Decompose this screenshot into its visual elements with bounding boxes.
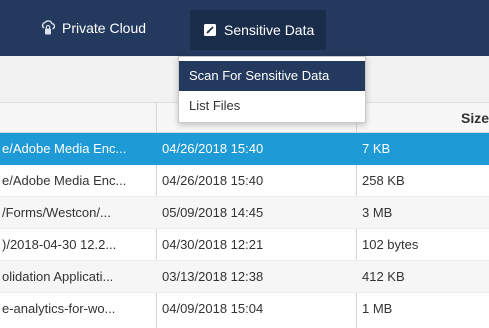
file-name-cell: olidation Applicati... xyxy=(2,269,114,284)
file-size-cell: 7 KB xyxy=(362,141,391,156)
file-size-cell: 1 MB xyxy=(362,301,393,316)
table-row[interactable]: olidation Applicati... 03/13/2018 12:38 … xyxy=(0,261,489,293)
file-size-cell: 412 KB xyxy=(362,269,405,284)
modified-date-cell: 04/26/2018 15:40 xyxy=(162,141,264,156)
cloud-lock-icon xyxy=(40,20,56,36)
sensitive-data-dropdown-menu: Scan For Sensitive Data List Files xyxy=(178,56,366,123)
menu-item-list-files[interactable]: List Files xyxy=(179,91,365,121)
table-row[interactable]: /Forms/Westcon/... 05/09/2018 14:45 3 MB xyxy=(0,197,489,229)
nav-private-cloud-label: Private Cloud xyxy=(62,20,147,36)
column-header-size[interactable]: Size xyxy=(461,103,489,133)
document-icon xyxy=(202,22,218,38)
nav-sensitive-data-label: Sensitive Data xyxy=(224,22,315,38)
file-size-cell: 258 KB xyxy=(362,173,405,188)
menu-item-scan-for-sensitive-data[interactable]: Scan For Sensitive Data xyxy=(179,61,365,91)
table-row[interactable]: e-analytics-for-wo... 04/09/2018 15:04 1… xyxy=(0,293,489,328)
modified-date-cell: 04/09/2018 15:04 xyxy=(162,301,264,316)
table-row[interactable]: e/Adobe Media Enc... 04/26/2018 15:40 7 … xyxy=(0,133,489,165)
file-name-cell: e/Adobe Media Enc... xyxy=(2,173,127,188)
file-name-cell: e-analytics-for-wo... xyxy=(2,301,116,316)
table-row[interactable]: )/2018-04-30 12.2... 04/30/2018 12:21 10… xyxy=(0,229,489,261)
file-name-cell: e/Adobe Media Enc... xyxy=(2,141,127,156)
file-size-cell: 3 MB xyxy=(362,205,393,220)
file-size-cell: 102 bytes xyxy=(362,237,419,252)
modified-date-cell: 03/13/2018 12:38 xyxy=(162,269,264,284)
file-name-cell: )/2018-04-30 12.2... xyxy=(2,237,117,252)
modified-date-cell: 04/30/2018 12:21 xyxy=(162,237,264,252)
nav-private-cloud[interactable]: Private Cloud xyxy=(40,0,146,56)
table-row[interactable]: e/Adobe Media Enc... 04/26/2018 15:40 25… xyxy=(0,165,489,197)
file-name-cell: /Forms/Westcon/... xyxy=(2,205,111,220)
modified-date-cell: 05/09/2018 14:45 xyxy=(162,205,264,220)
modified-date-cell: 04/26/2018 15:40 xyxy=(162,173,264,188)
nav-sensitive-data[interactable]: Sensitive Data xyxy=(190,10,327,50)
